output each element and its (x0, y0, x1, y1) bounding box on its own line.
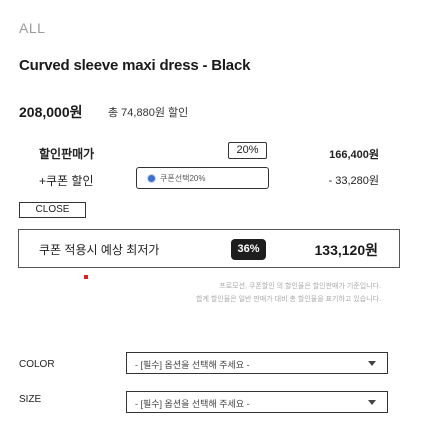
best-price-label: 쿠폰 적용시 예상 최저가 (39, 243, 160, 257)
chevron-down-icon (368, 400, 376, 405)
coupon-option-text: 쿠폰선택20% (160, 174, 206, 183)
coupon-discount-label: +쿠폰 할인 (39, 174, 94, 188)
best-price-box: 쿠폰 적용시 예상 최저가 36% 133,120원 (18, 229, 400, 268)
size-select[interactable]: - [필수] 옵션을 선택해 주세요 - (126, 391, 388, 413)
chevron-down-icon (368, 361, 376, 366)
fine-print-line: 합계 할인율은 일반 판매가 대비 총 할인율을 표기하고 있습니다. (196, 296, 381, 303)
product-title: Curved sleeve maxi dress - Black (19, 57, 251, 74)
coupon-discount-value: - 33,280원 (328, 175, 379, 187)
color-label: COLOR (19, 359, 55, 370)
color-select-placeholder: - [필수] 옵션을 선택해 주세요 - (135, 360, 250, 370)
color-select[interactable]: - [필수] 옵션을 선택해 주세요 - (126, 352, 388, 374)
coupon-select[interactable]: 쿠폰선택20% (136, 167, 269, 189)
category-label: ALL (19, 20, 46, 36)
red-marker (84, 275, 88, 279)
fine-print-line: 프로모션, 쿠폰할인 의 할인율은 할인판매가 기준입니다. (219, 283, 381, 290)
radio-selected-icon[interactable] (148, 175, 155, 182)
size-label: SIZE (19, 394, 42, 405)
best-price-value: 133,120원 (314, 242, 379, 258)
best-price-rate-badge: 36% (231, 239, 266, 260)
total-discount-text: 총 74,880원 할인 (108, 107, 189, 119)
size-select-placeholder: - [필수] 옵션을 선택해 주세요 - (135, 399, 250, 409)
product-price: 208,000원 (19, 104, 83, 120)
sale-price-value: 166,400원 (329, 149, 379, 161)
sale-price-label: 할인판매가 (39, 147, 95, 161)
sale-rate-badge: 20% (228, 142, 267, 159)
close-button[interactable]: CLOSE (19, 202, 86, 218)
